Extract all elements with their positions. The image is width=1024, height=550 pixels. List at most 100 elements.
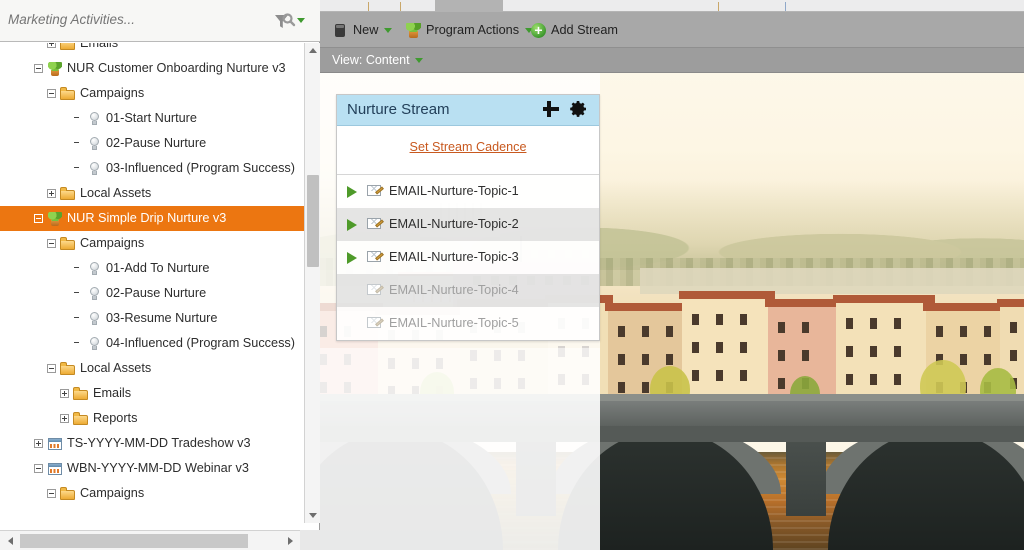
folder-icon	[73, 386, 89, 401]
stream-email-row[interactable]: EMAIL-Nurture-Topic-5	[337, 307, 599, 340]
folder-icon	[60, 486, 76, 501]
stream-email-label: EMAIL-Nurture-Topic-4	[389, 283, 519, 297]
tree-item[interactable]: 02-Pause Nurture	[0, 131, 305, 156]
tree-item-label: Reports	[93, 411, 138, 426]
horizontal-scroll-thumb[interactable]	[20, 534, 248, 548]
vertical-scroll-thumb[interactable]	[307, 175, 319, 267]
program-icon	[47, 211, 63, 226]
expand-icon[interactable]	[60, 389, 69, 399]
tree-item-label: 04-Influenced (Program Success)	[106, 336, 295, 351]
tree-item-label: 02-Pause Nurture	[106, 136, 207, 151]
tree-item[interactable]: 02-Pause Nurture	[0, 281, 305, 306]
expand-icon[interactable]	[34, 439, 43, 449]
tree-item-label: 03-Resume Nurture	[106, 311, 218, 326]
bulb-icon	[86, 336, 102, 351]
tree-item-label: NUR Simple Drip Nurture v3	[67, 211, 227, 226]
plus-icon[interactable]	[541, 99, 561, 119]
folder-icon	[60, 86, 76, 101]
tree-scroll-area: Emails NUR Customer Onboarding Nurture v3…	[0, 43, 320, 523]
tree-item[interactable]: NUR Customer Onboarding Nurture v3	[0, 56, 305, 81]
activities-tree: Emails NUR Customer Onboarding Nurture v3…	[0, 43, 305, 506]
collapse-icon[interactable]	[47, 89, 56, 99]
bulb-icon	[86, 111, 102, 126]
folder-icon	[60, 361, 76, 376]
tree-item[interactable]: Emails	[0, 43, 305, 56]
event-icon	[47, 437, 63, 451]
email-asset-icon	[367, 217, 384, 231]
scrollbar-corner	[300, 530, 320, 550]
tree-item[interactable]: 01-Add To Nurture	[0, 256, 305, 281]
tree-item[interactable]: Local Assets	[0, 181, 305, 206]
stream-email-label: EMAIL-Nurture-Topic-5	[389, 316, 519, 330]
tree-item-label: 01-Start Nurture	[106, 111, 197, 126]
tree-item[interactable]: 03-Resume Nurture	[0, 306, 305, 331]
program-icon	[47, 61, 63, 76]
event-icon	[47, 462, 63, 476]
collapse-icon[interactable]	[34, 64, 43, 74]
tree-item[interactable]: NUR Simple Drip Nurture v3	[0, 206, 305, 231]
tree-item-label: Local Assets	[80, 361, 152, 376]
play-icon[interactable]	[347, 219, 357, 231]
photo-building	[833, 295, 935, 406]
tree-item-label: Local Assets	[80, 186, 152, 201]
search-bar	[0, 0, 320, 42]
tree-toggle-placeholder	[73, 164, 82, 173]
stream-email-row[interactable]: EMAIL-Nurture-Topic-2	[337, 208, 599, 241]
collapse-icon[interactable]	[47, 364, 56, 374]
play-icon[interactable]	[347, 252, 357, 264]
set-stream-cadence-link[interactable]: Set Stream Cadence	[337, 140, 599, 154]
nurture-stream-header: Nurture Stream	[337, 95, 599, 126]
cadence-area: Set Stream Cadence	[337, 126, 599, 174]
tree-item[interactable]: 01-Start Nurture	[0, 106, 305, 131]
tree-item[interactable]: Campaigns	[0, 481, 305, 506]
scroll-up-button[interactable]	[305, 43, 320, 58]
gear-icon[interactable]	[569, 99, 589, 119]
folder-icon	[73, 411, 89, 426]
bulb-icon	[86, 311, 102, 326]
new-button[interactable]: New	[332, 20, 393, 40]
scroll-right-button[interactable]	[283, 533, 298, 548]
filter-magnifier-icon[interactable]	[272, 13, 306, 31]
tab-strip[interactable]	[320, 0, 1024, 12]
tree-item[interactable]: TS-YYYY-MM-DD Tradeshow v3	[0, 431, 305, 456]
tab-active[interactable]	[435, 0, 503, 12]
tree-item[interactable]: WBN-YYYY-MM-DD Webinar v3	[0, 456, 305, 481]
sidebar-vertical-scrollbar[interactable]	[304, 43, 320, 523]
tree-toggle-placeholder	[73, 139, 82, 148]
tree-item[interactable]: Campaigns	[0, 231, 305, 256]
search-input[interactable]	[8, 12, 268, 27]
tree-item[interactable]: Campaigns	[0, 81, 305, 106]
tree-item[interactable]: Local Assets	[0, 356, 305, 381]
collapse-icon[interactable]	[47, 489, 56, 499]
chevron-down-icon[interactable]	[414, 58, 423, 64]
expand-icon[interactable]	[47, 43, 56, 49]
tree-item[interactable]: 04-Influenced (Program Success)	[0, 331, 305, 356]
tree-item[interactable]: Emails	[0, 381, 305, 406]
collapse-icon[interactable]	[47, 239, 56, 249]
bulb-icon	[86, 261, 102, 276]
collapse-icon[interactable]	[34, 464, 43, 474]
stream-email-row[interactable]: EMAIL-Nurture-Topic-1	[337, 175, 599, 208]
scroll-down-button[interactable]	[305, 508, 320, 523]
scroll-left-button[interactable]	[3, 533, 18, 548]
play-icon[interactable]	[347, 186, 357, 198]
add-stream-button[interactable]: Add Stream	[530, 20, 618, 40]
stream-email-row[interactable]: EMAIL-Nurture-Topic-3	[337, 241, 599, 274]
sidebar-horizontal-scrollbar[interactable]	[0, 530, 320, 550]
chevron-down-icon[interactable]	[384, 28, 393, 34]
tree-item-label: Campaigns	[80, 86, 145, 101]
tree-item-label: 03-Influenced (Program Success)	[106, 161, 295, 176]
main-content-pane: New Program Actions Add Stream View: Con…	[320, 0, 1024, 550]
tree-item-label: Emails	[80, 43, 119, 51]
program-actions-button[interactable]: Program Actions	[405, 20, 534, 40]
tree-item[interactable]: Reports	[0, 406, 305, 431]
expand-icon[interactable]	[60, 414, 69, 424]
nurture-stream-title: Nurture Stream	[347, 101, 450, 118]
stream-email-row[interactable]: EMAIL-Nurture-Topic-4	[337, 274, 599, 307]
collapse-icon[interactable]	[34, 214, 43, 224]
stream-email-label: EMAIL-Nurture-Topic-3	[389, 250, 519, 264]
expand-icon[interactable]	[47, 189, 56, 199]
view-selector[interactable]: View: Content	[332, 52, 423, 69]
tree-item[interactable]: 03-Influenced (Program Success)	[0, 156, 305, 181]
email-asset-icon	[367, 283, 384, 297]
